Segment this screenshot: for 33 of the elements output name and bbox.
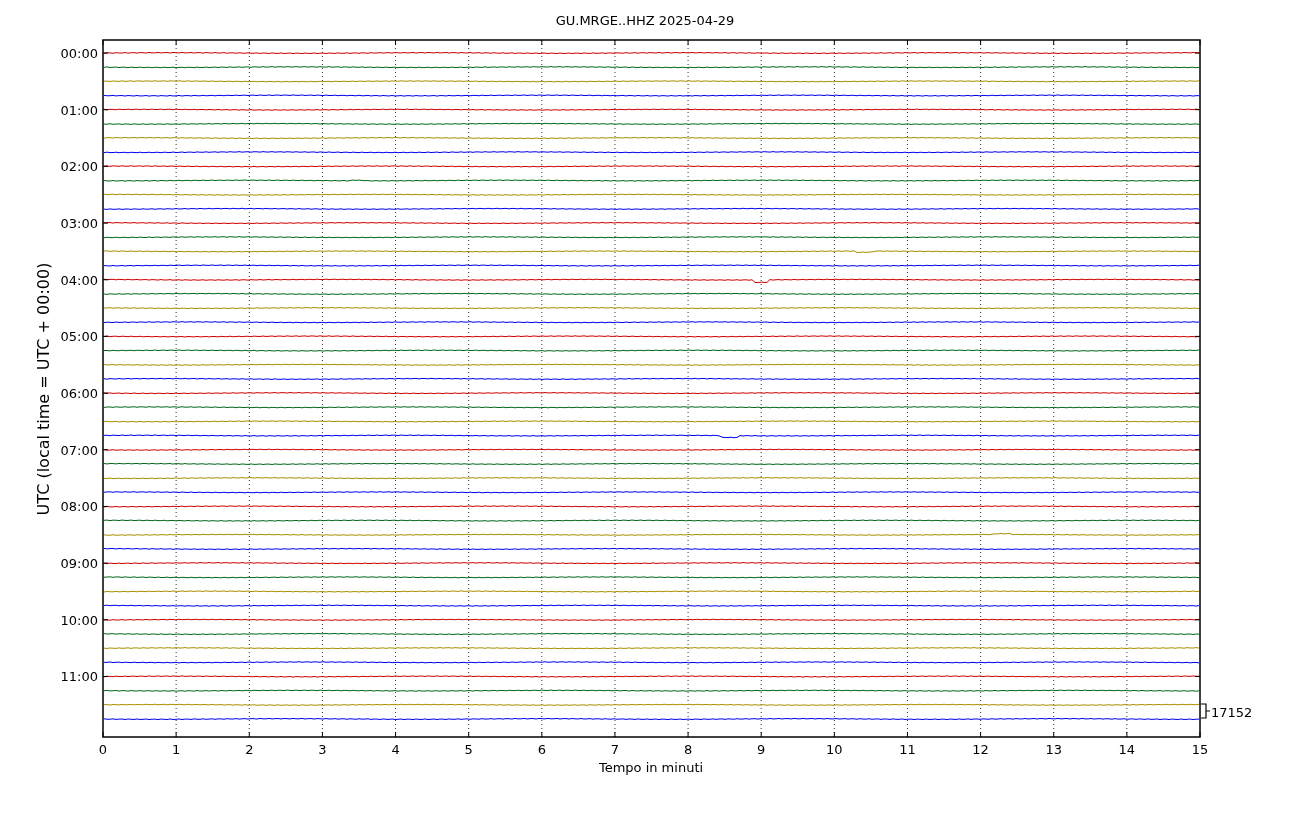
x-tick-label: 9 [757,742,766,757]
chart-title: GU.MRGE..HHZ 2025-04-29 [555,13,735,28]
scale-label: 17152 [1211,705,1253,720]
y-tick-label: 00:00 [60,46,98,61]
x-tick-label: 7 [610,742,620,757]
y-tick-label: 10:00 [60,612,98,628]
x-tick-label: 1 [172,742,181,757]
y-tick-label: 11:00 [60,669,98,685]
x-tick-label: 15 [1191,742,1209,757]
y-tick-label: 02:00 [60,159,98,175]
x-tick-label: 2 [245,742,254,757]
y-tick-label: 01:00 [60,102,98,118]
y-axis-label: UTC (local time = UTC + 00:00) [34,262,53,516]
y-tick-label: 09:00 [60,556,98,572]
y-tick-label: 05:00 [60,329,98,345]
x-tick-label: 10 [826,742,843,757]
x-tick-label: 13 [1045,742,1062,757]
y-tick-label: 08:00 [60,499,98,515]
x-axis-label: Tempo in minuti [598,760,704,775]
x-tick-label: 8 [683,742,693,757]
x-tick-label: 11 [899,742,916,757]
y-tick-label: 04:00 [60,272,98,288]
x-tick-label: 4 [391,742,400,757]
x-tick-label: 5 [464,742,473,757]
x-tick-label: 0 [98,742,108,757]
x-tick-label: 3 [318,742,327,757]
scale-bracket-icon [1200,703,1211,719]
y-tick-label: 07:00 [60,442,98,458]
y-tick-label: 06:00 [60,386,98,402]
x-tick-label: 12 [972,742,989,757]
x-tick-label: 14 [1118,742,1136,757]
x-tick-label: 6 [537,742,546,757]
y-tick-label: 03:00 [60,216,98,232]
